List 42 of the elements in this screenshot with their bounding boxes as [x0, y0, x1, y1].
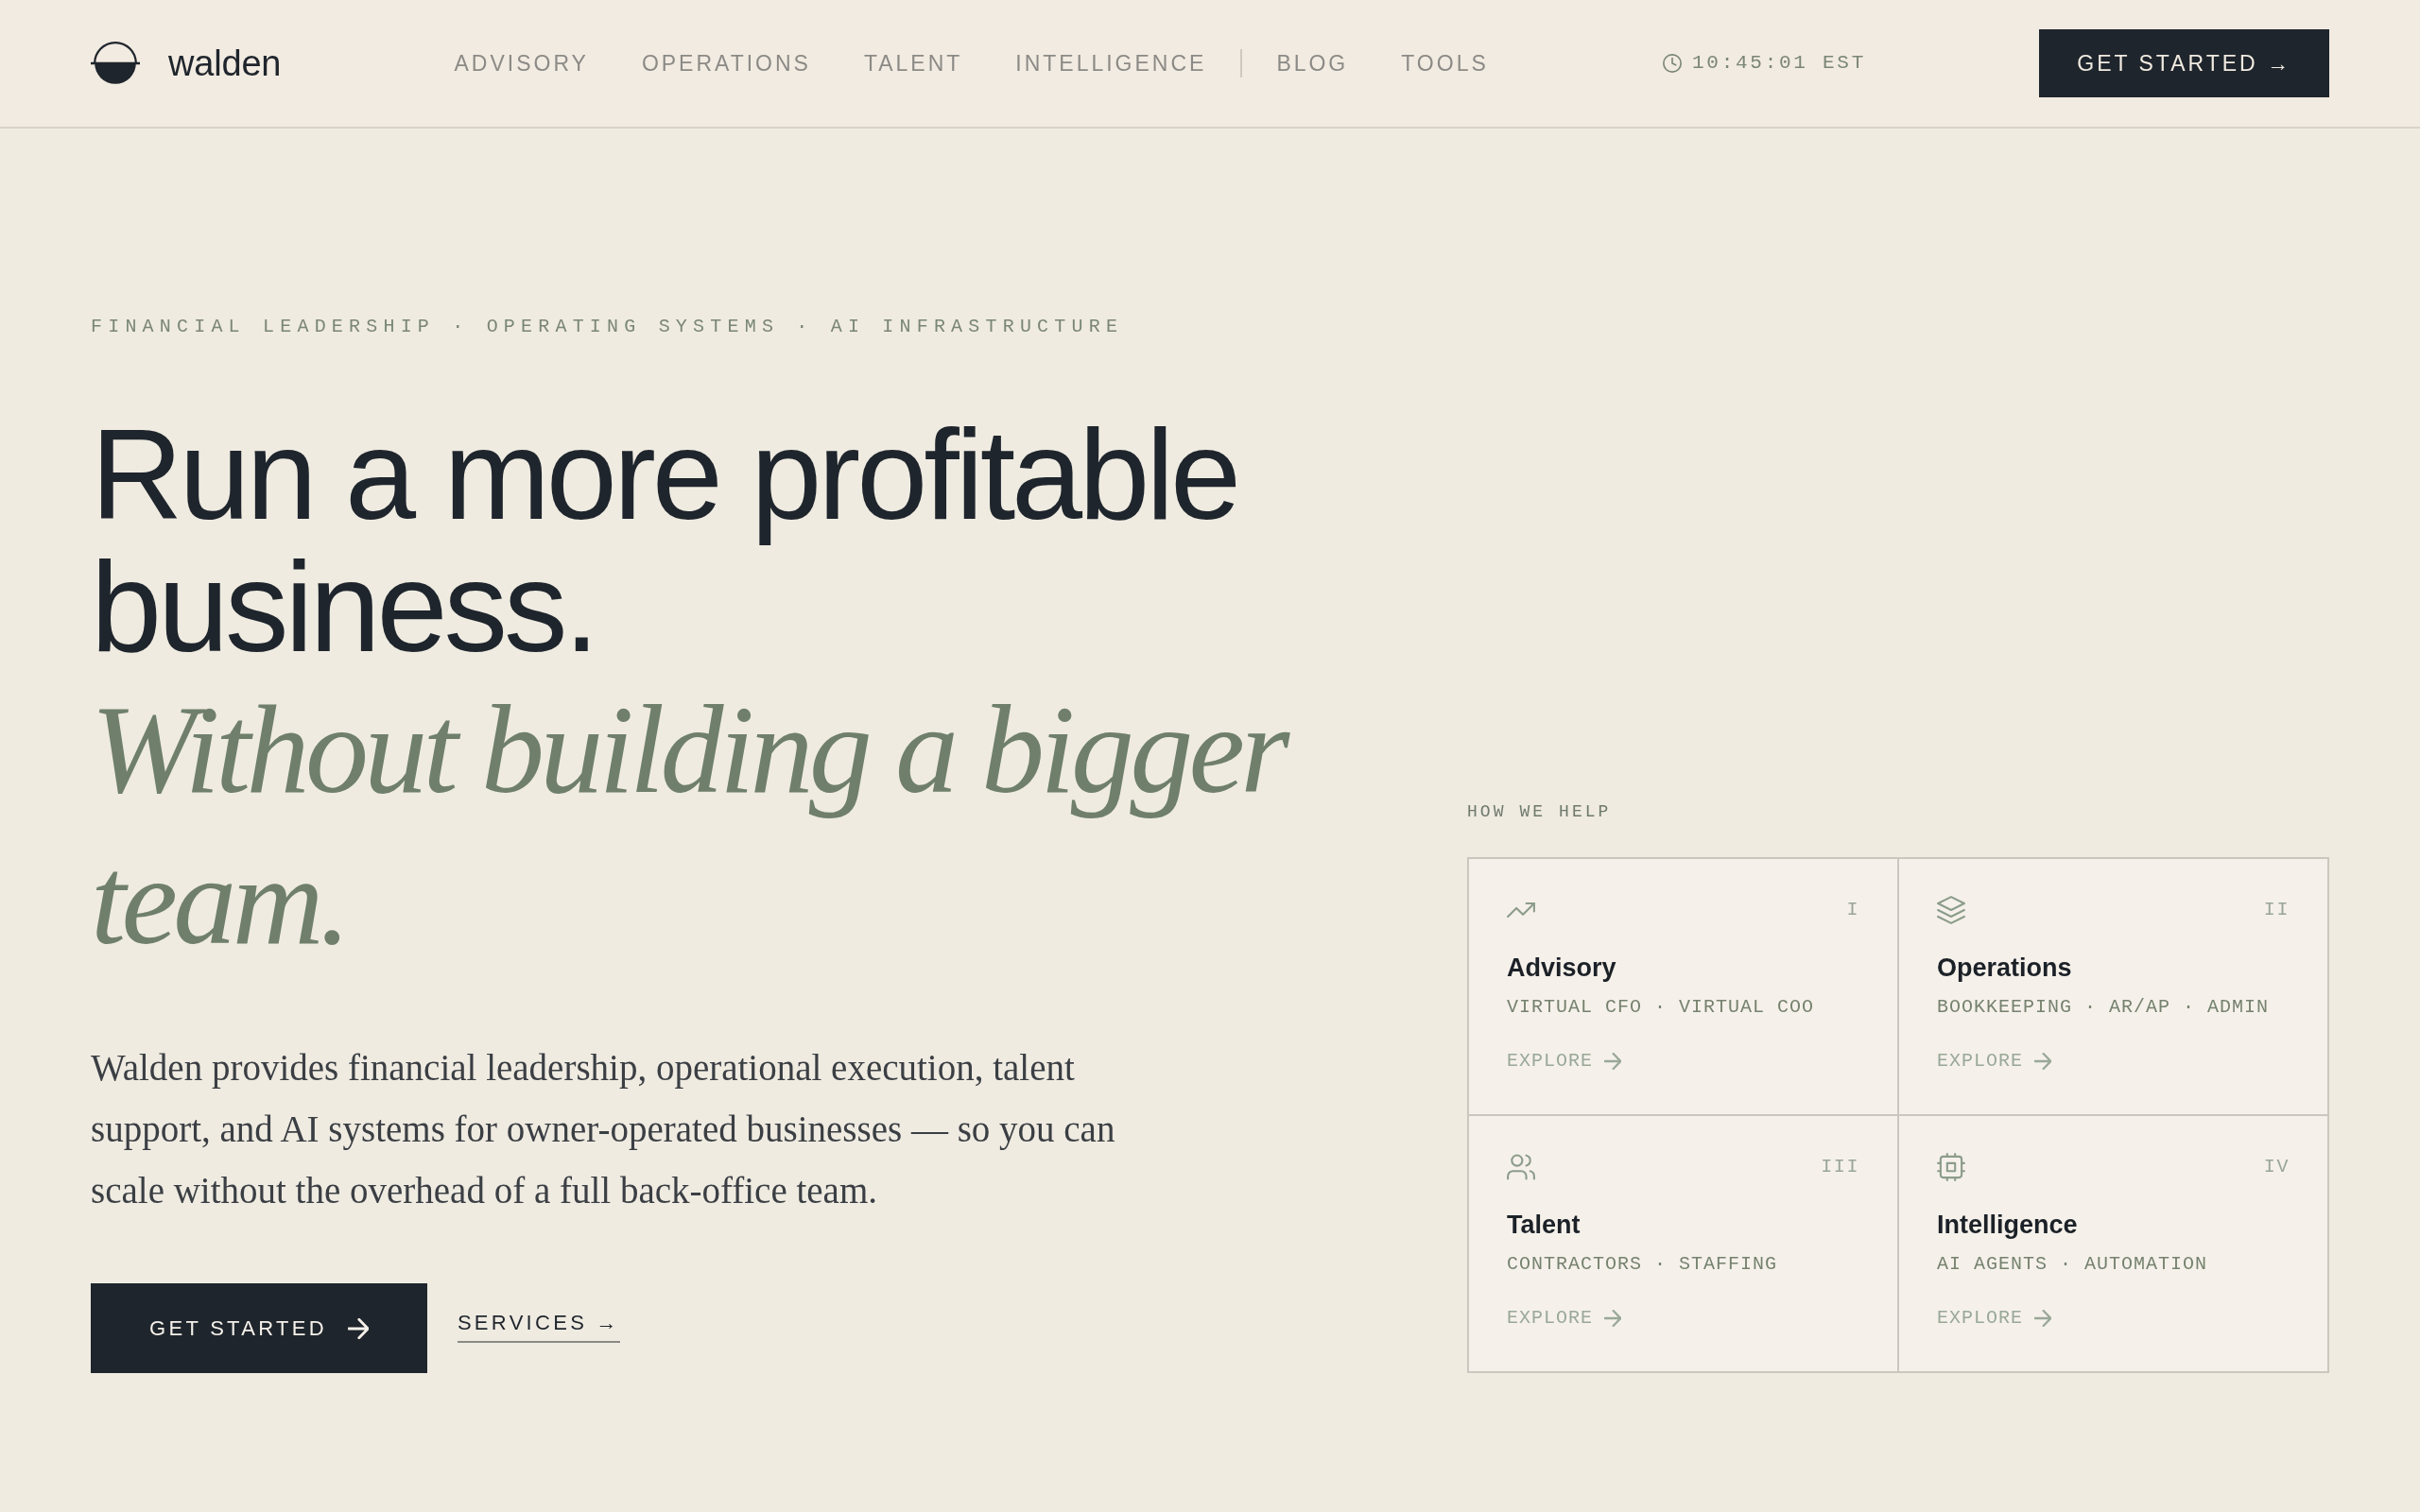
arrow-right-icon — [2034, 1053, 2051, 1070]
headline: Run a more profitable business. — [91, 409, 1239, 674]
card-tags: VIRTUAL CFO · VIRTUAL COO — [1507, 996, 1815, 1019]
services-link[interactable]: SERVICES → — [457, 1308, 620, 1343]
half-circle-logo-icon[interactable] — [91, 41, 140, 86]
card-tags: AI AGENTS · AUTOMATION — [1937, 1253, 2208, 1276]
card-numeral: IV — [2263, 1156, 2290, 1178]
nav-link[interactable]: OPERATIONS — [641, 49, 811, 77]
nav-link[interactable]: BLOG — [1276, 49, 1349, 77]
explore-link[interactable]: EXPLORE — [1937, 1307, 2051, 1330]
chip-icon — [1937, 1153, 1965, 1181]
card-title: Intelligence — [1937, 1210, 2078, 1241]
headline-accent: Without building a bigger team. — [91, 674, 1376, 976]
intro-paragraph: Walden provides financial leadership, operational execution, talent support, and AI systems for owner-operated businesses — so you can scale without the overhead of a full back-office team. — [91, 1046, 1116, 1212]
arrow-right-icon — [347, 1317, 369, 1339]
clock-time: 10:45:01 EST — [1692, 51, 1866, 76]
card-title: Operations — [1937, 953, 2072, 984]
arrow-right-icon — [1604, 1310, 1621, 1327]
explore-link[interactable]: EXPLORE — [1937, 1050, 2051, 1073]
nav-link[interactable]: TALENT — [863, 49, 963, 77]
card-title: Advisory — [1507, 953, 1616, 984]
card-numeral: II — [2263, 899, 2290, 921]
explore-link[interactable]: EXPLORE — [1507, 1307, 1621, 1330]
nav-link[interactable]: TOOLS — [1401, 49, 1489, 77]
card-tags: BOOKKEEPING · AR/AP · ADMIN — [1937, 996, 2270, 1019]
explore-link[interactable]: EXPLORE — [1507, 1050, 1621, 1073]
clock-icon — [1662, 53, 1683, 74]
card-numeral: III — [1821, 1156, 1859, 1178]
nav-link[interactable]: INTELLIGENCE — [1015, 49, 1207, 77]
nav-link[interactable]: ADVISORY — [454, 49, 589, 77]
card-title: Talent — [1507, 1210, 1581, 1241]
layers-icon — [1937, 896, 1965, 924]
brand-name[interactable]: walden — [168, 42, 282, 85]
arrow-right-icon — [2034, 1310, 2051, 1327]
card-numeral: I — [1846, 899, 1859, 921]
card-tags: CONTRACTORS · STAFFING — [1507, 1253, 1778, 1276]
users-icon — [1507, 1153, 1535, 1181]
arrow-right-icon — [1604, 1053, 1621, 1070]
get-started-button[interactable]: GET STARTED → — [2039, 29, 2329, 97]
eyebrow-text: FINANCIAL LEADERSHIP · OPERATING SYSTEMS · AI INFRASTRUCTURE — [91, 316, 1125, 338]
get-started-button[interactable]: GET STARTED — [91, 1283, 427, 1373]
section-label: HOW WE HELP — [1467, 801, 1613, 823]
